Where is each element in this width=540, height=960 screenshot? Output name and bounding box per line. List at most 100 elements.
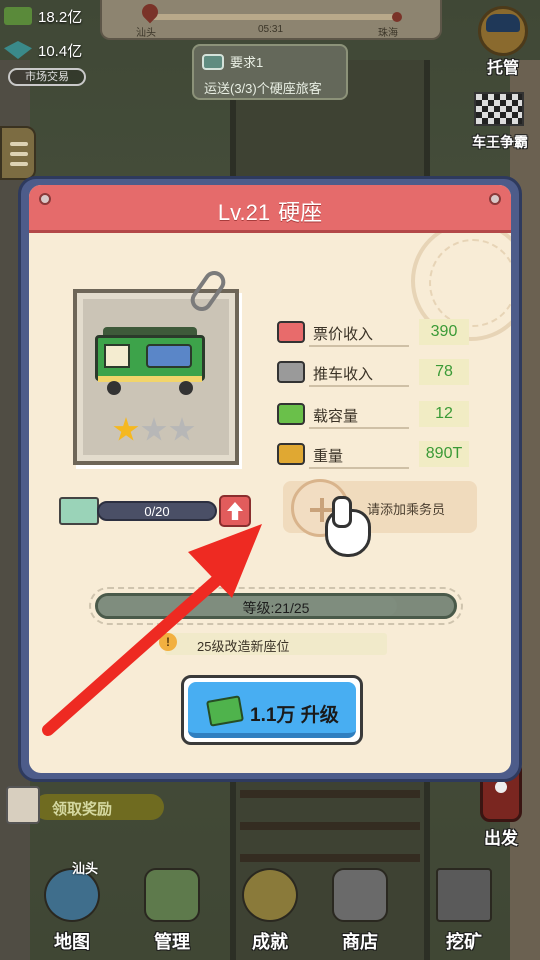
nav-mining[interactable]: 挖矿 xyxy=(424,858,504,954)
dialog-title-level: Lv.21 xyxy=(217,200,271,225)
auto-manage-button[interactable]: 托管 xyxy=(472,6,534,77)
nav-achievements-label: 成就 xyxy=(252,932,288,952)
stat-divider xyxy=(309,345,409,347)
side-menu-button[interactable] xyxy=(0,126,36,180)
route-destination: 珠海 xyxy=(378,28,398,39)
task-header: 要求1 xyxy=(202,52,263,71)
task-requirement[interactable]: 要求1 运送(3/3)个硬座旅客 xyxy=(192,44,348,100)
star-rating xyxy=(113,417,195,443)
gem-resource: 10.4亿 xyxy=(4,38,82,62)
market-button[interactable]: 市场交易 xyxy=(8,68,86,86)
race-label: 车王争霸 xyxy=(472,134,528,150)
upgrade-button-label: 1.1万 升级 xyxy=(250,700,339,727)
pointing-hand-icon xyxy=(325,496,371,557)
route-progress-bar: 汕头 05:31 珠海 xyxy=(100,0,442,40)
nav-map[interactable]: 汕头 地图 xyxy=(32,858,112,954)
star-empty-icon xyxy=(141,417,167,441)
card-progress-bar: 0/20 xyxy=(97,501,217,521)
stat-value: 890T xyxy=(419,441,469,467)
star-medal-icon xyxy=(242,868,298,922)
upgrade-button[interactable]: 1.1万 升级 xyxy=(181,675,363,745)
carriage-card-mini-icon xyxy=(59,497,99,525)
gem-icon xyxy=(4,41,32,59)
bottom-navigation: 汕头 地图 管理 成就 商店 挖矿 xyxy=(0,860,540,960)
dialog-title-name: 硬座 xyxy=(278,200,323,225)
upgrade-cost: 1.1万 xyxy=(250,705,296,726)
stat-value: 390 xyxy=(419,319,469,345)
dialog-body: Lv.21 硬座 0/20 票价收入 390 推车收入 78 载容量 12 重量… xyxy=(29,185,511,773)
claim-reward-label: 领取奖励 xyxy=(52,801,113,818)
level-progress-bar: 等级:21/25 xyxy=(89,587,463,625)
stat-value: 78 xyxy=(419,359,469,385)
pickaxe-icon xyxy=(436,868,492,922)
add-crew-slot[interactable]: 请添加乘务员 xyxy=(283,479,477,537)
dialog-title: Lv.21 硬座 xyxy=(29,195,511,227)
level-progress-text: 等级:21/25 xyxy=(242,600,310,616)
route-line xyxy=(150,14,400,20)
wheel-icon xyxy=(179,381,193,395)
stat-label: 票价收入 xyxy=(313,326,374,343)
shopping-cart-icon xyxy=(332,868,388,922)
ticket-icon xyxy=(277,321,305,343)
stat-divider xyxy=(309,427,409,429)
card-progress-text: 0/20 xyxy=(144,504,170,519)
stat-value: 12 xyxy=(419,401,469,427)
task-icon xyxy=(202,53,224,70)
star-empty-icon xyxy=(169,417,195,441)
route-origin: 汕头 xyxy=(136,28,156,39)
nav-achievements[interactable]: 成就 xyxy=(230,858,310,954)
dialog-header: Lv.21 硬座 xyxy=(29,185,511,233)
stat-divider xyxy=(309,385,409,387)
exclamation-icon: ! xyxy=(159,633,177,651)
train-icon xyxy=(144,868,200,922)
stat-label: 重量 xyxy=(313,448,344,465)
seat-upgrade-dialog: Lv.21 硬座 0/20 票价收入 390 推车收入 78 载容量 12 重量… xyxy=(18,176,522,782)
seat-icon xyxy=(146,344,192,368)
conductor-cap-icon xyxy=(486,14,520,32)
stat-cart-income: 推车收入 78 xyxy=(277,357,477,387)
menu-icon-line xyxy=(10,162,28,166)
gem-value: 10.4亿 xyxy=(38,42,83,60)
menu-icon-line xyxy=(10,142,28,146)
wheel-icon xyxy=(107,381,121,395)
stat-capacity: 载容量 12 xyxy=(277,399,477,429)
race-button[interactable]: 车王争霸 xyxy=(464,88,536,158)
cart-icon xyxy=(277,361,305,383)
resource-panel: 18.2亿 10.4亿 市场交易 xyxy=(0,0,100,86)
carriage-body xyxy=(95,335,205,382)
auto-manage-label: 托管 xyxy=(486,60,519,77)
route-time: 05:31 xyxy=(258,24,284,35)
nav-shop[interactable]: 商店 xyxy=(320,858,400,954)
cash-value: 18.2亿 xyxy=(38,8,83,26)
hard-seat-carriage-icon xyxy=(95,327,205,395)
hint-text: 25级改造新座位 xyxy=(197,639,290,654)
nav-manage-label: 管理 xyxy=(154,932,190,952)
claim-reward-button[interactable]: 领取奖励 xyxy=(6,786,168,824)
stat-label: 推车收入 xyxy=(313,366,374,383)
nav-map-label: 地图 xyxy=(54,932,90,952)
carriage-window xyxy=(104,344,130,368)
depart-label: 出发 xyxy=(484,829,518,848)
add-crew-label: 请添加乘务员 xyxy=(367,502,446,517)
nav-shop-label: 商店 xyxy=(342,932,378,952)
passenger-icon xyxy=(277,403,305,425)
nav-manage[interactable]: 管理 xyxy=(132,858,212,954)
upgrade-arrow-button[interactable] xyxy=(219,495,251,527)
cash-icon xyxy=(4,7,32,25)
menu-icon-line xyxy=(10,152,28,156)
upgrade-button-face: 1.1万 升级 xyxy=(188,682,356,738)
cash-stack-icon xyxy=(206,695,244,727)
nav-mining-label: 挖矿 xyxy=(446,932,482,952)
carriage-roof xyxy=(103,327,197,335)
checkered-flag-icon xyxy=(474,92,524,126)
task-description: 运送(3/3)个硬座旅客 xyxy=(204,81,322,96)
nav-map-city: 汕头 xyxy=(72,861,99,876)
stat-label: 载容量 xyxy=(313,408,359,425)
stat-divider xyxy=(309,467,409,469)
task-title: 要求1 xyxy=(230,55,264,70)
clipboard-icon xyxy=(6,786,40,824)
stat-weight: 重量 890T xyxy=(277,439,477,469)
stat-ticket-income: 票价收入 390 xyxy=(277,317,477,347)
upgrade-text: 升级 xyxy=(300,705,339,726)
cash-resource: 18.2亿 xyxy=(4,4,82,28)
